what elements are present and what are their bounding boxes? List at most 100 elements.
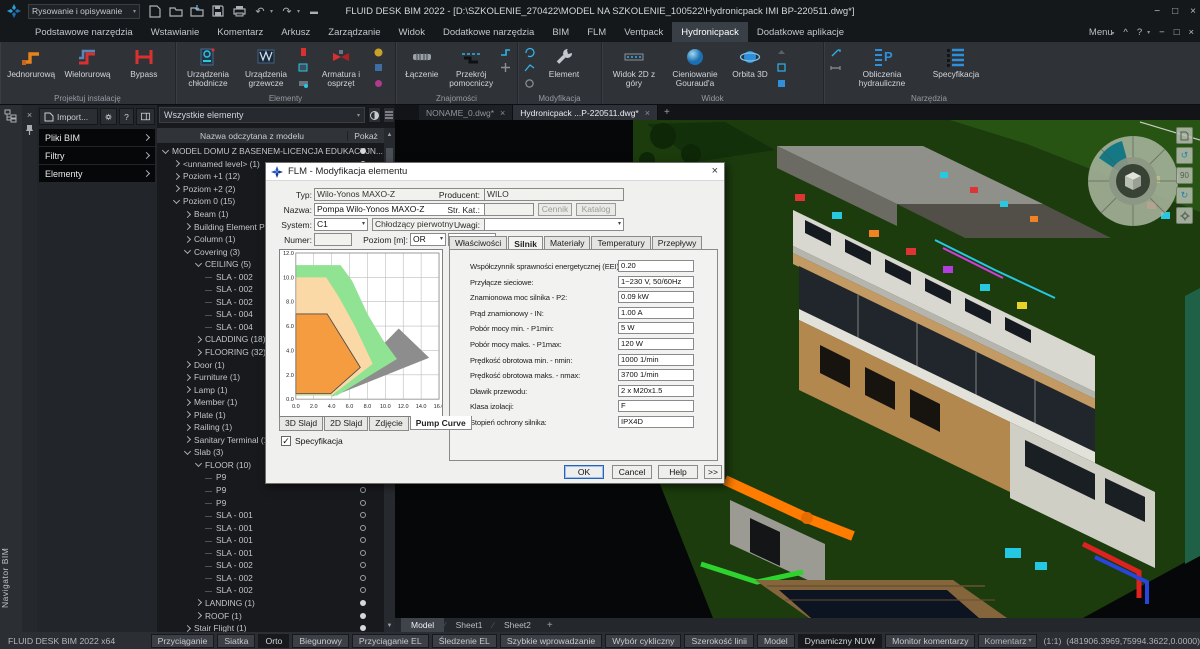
drawing-tab-noname-0-dwg[interactable]: NONAME_0.dwg*× bbox=[419, 105, 513, 120]
new-sheet-button[interactable]: + bbox=[541, 618, 559, 632]
save-icon[interactable] bbox=[211, 4, 225, 18]
visibility-dot[interactable] bbox=[360, 487, 366, 493]
ribbon-tab-komentarz[interactable]: Komentarz bbox=[208, 22, 272, 42]
distributor-small-icon[interactable] bbox=[298, 78, 309, 89]
status-toggle-monitor-komentarzy[interactable]: Monitor komentarzy bbox=[885, 634, 975, 648]
status-toggle-orto[interactable]: Orto bbox=[258, 634, 289, 648]
nav-section-elementy[interactable]: Elementy bbox=[39, 165, 155, 182]
chevron-right-icon[interactable] bbox=[172, 172, 181, 181]
status-toggle-przyci-ganie[interactable]: Przyciąganie bbox=[151, 634, 215, 648]
tree-row[interactable]: SLA - 002 bbox=[157, 584, 384, 597]
visibility-dot[interactable] bbox=[360, 625, 366, 631]
chevron-right-icon[interactable] bbox=[183, 398, 192, 407]
scroll-up-icon[interactable]: ▲ bbox=[384, 132, 395, 138]
rotate-ccw-button[interactable]: ↺ bbox=[1176, 147, 1193, 164]
panel-pin-icon[interactable] bbox=[25, 124, 34, 136]
tree-row[interactable]: P9 bbox=[157, 484, 384, 497]
rotate-cw-button[interactable]: ↻ bbox=[1176, 187, 1193, 204]
settings-button[interactable] bbox=[100, 108, 117, 125]
property-value-field[interactable]: 1~230 V, 50/60Hz bbox=[618, 276, 694, 288]
exchanger-small-icon[interactable] bbox=[298, 62, 309, 73]
import-button[interactable]: Import... bbox=[39, 108, 98, 125]
ribbon-tab-dodatkowe-narz-dzia[interactable]: Dodatkowe narzędzia bbox=[434, 22, 543, 42]
menu-button[interactable]: Menu ▾ bbox=[1089, 27, 1114, 38]
panel-close-icon[interactable]: × bbox=[22, 110, 37, 120]
preview-tab-2d-slajd[interactable]: 2D Slajd bbox=[324, 417, 368, 431]
orbita-3d-button[interactable]: Orbita 3D bbox=[728, 45, 772, 93]
open-drawing-icon[interactable] bbox=[169, 4, 183, 18]
laczenie-button[interactable]: Łączenie bbox=[400, 45, 444, 93]
property-value-field[interactable]: 1.00 A bbox=[618, 307, 694, 319]
visibility-dot[interactable] bbox=[360, 562, 366, 568]
connector-small-icon[interactable] bbox=[500, 47, 511, 58]
chevron-right-icon[interactable] bbox=[183, 235, 192, 244]
chevron-down-icon[interactable] bbox=[183, 247, 192, 256]
property-value-field[interactable]: 3700 1/min bbox=[618, 369, 694, 381]
tree-row[interactable]: LANDING (1) bbox=[157, 597, 384, 610]
visibility-dot[interactable] bbox=[360, 587, 366, 593]
home-view-button[interactable] bbox=[1176, 127, 1193, 144]
ribbon-tab-widok[interactable]: Widok bbox=[390, 22, 434, 42]
visibility-dot[interactable] bbox=[360, 600, 366, 606]
new-drawing-tab-button[interactable]: + bbox=[658, 105, 676, 120]
import-model-icon[interactable] bbox=[190, 4, 204, 18]
visibility-dot[interactable] bbox=[360, 512, 366, 518]
list-view-button[interactable] bbox=[383, 107, 395, 123]
chevron-right-icon[interactable] bbox=[194, 598, 203, 607]
chevron-right-icon[interactable] bbox=[183, 222, 192, 231]
ribbon-tab-arkusz[interactable]: Arkusz bbox=[272, 22, 319, 42]
column-name[interactable]: Nazwa odczytana z modelu bbox=[157, 131, 347, 141]
help-caret-icon[interactable]: ▾ bbox=[1147, 29, 1150, 36]
ribbon-tab-ventpack[interactable]: Ventpack bbox=[615, 22, 672, 42]
plot-icon[interactable] bbox=[232, 4, 246, 18]
jednorurowa-button[interactable]: Jednorurową bbox=[4, 45, 58, 93]
dialog-tab-temperatury[interactable]: Temperatury bbox=[591, 236, 650, 249]
navigation-wheel[interactable] bbox=[1086, 134, 1180, 228]
workspace-dropdown[interactable]: Rysowanie i opisywanie▾ bbox=[28, 4, 140, 19]
column-show[interactable]: Pokaż bbox=[347, 131, 384, 141]
urzadzenia-chlodnicze-button[interactable]: Urządzenia chłodnicze bbox=[180, 45, 236, 93]
preview-tab-pump-curve[interactable]: Pump Curve bbox=[410, 416, 472, 430]
tree-row[interactable]: SLA - 001 bbox=[157, 509, 384, 522]
view-preset-icon[interactable] bbox=[776, 47, 787, 58]
status-toggle-model[interactable]: Model bbox=[757, 634, 795, 648]
system-dropdown[interactable]: C1▾ bbox=[314, 218, 368, 231]
chevron-down-icon[interactable] bbox=[172, 197, 181, 206]
tree-row[interactable]: SLA - 001 bbox=[157, 521, 384, 534]
property-value-field[interactable]: 120 W bbox=[618, 338, 694, 350]
ok-button[interactable]: OK bbox=[564, 465, 604, 479]
chevron-right-icon[interactable] bbox=[194, 335, 203, 344]
wielorurowa-button[interactable]: Wielorurową bbox=[60, 45, 114, 93]
rotate-small-icon[interactable] bbox=[524, 47, 535, 58]
chevron-down-icon[interactable] bbox=[183, 448, 192, 457]
new-drawing-icon[interactable] bbox=[148, 4, 162, 18]
help-icon[interactable]: ? bbox=[1137, 27, 1142, 38]
status-toggle-szybkie-wprowadzanie[interactable]: Szybkie wprowadzanie bbox=[500, 634, 602, 648]
visibility-dot[interactable] bbox=[360, 525, 366, 531]
sheet-tab-model[interactable]: Model bbox=[401, 618, 444, 632]
status-toggle-siatka[interactable]: Siatka bbox=[217, 634, 255, 648]
chevron-down-icon[interactable] bbox=[161, 147, 170, 156]
redo-icon[interactable]: ↷ bbox=[280, 4, 294, 18]
panel-layout-button[interactable] bbox=[136, 108, 155, 125]
visibility-dot[interactable] bbox=[360, 575, 366, 581]
tree-row[interactable]: Stair Flight (1) bbox=[157, 622, 384, 632]
uwagi-dropdown[interactable]: ▾ bbox=[484, 218, 624, 231]
chevron-right-icon[interactable] bbox=[183, 410, 192, 419]
checkbox-icon[interactable]: ✓ bbox=[281, 436, 291, 446]
poziom-mode-dropdown[interactable]: OR▾ bbox=[410, 233, 446, 246]
tree-row[interactable]: MODEL DOMU Z BASENEM-LICENCJA EDUKACYJN.… bbox=[157, 145, 384, 158]
preview-tab-3d-slajd[interactable]: 3D Slajd bbox=[279, 417, 323, 431]
property-value-field[interactable]: IPX4D bbox=[618, 416, 694, 428]
nav-section-filtry[interactable]: Filtry bbox=[39, 147, 155, 164]
ribbon-tab-bim[interactable]: BIM bbox=[543, 22, 578, 42]
ribbon-collapse-icon[interactable]: ^ bbox=[1123, 27, 1127, 38]
ribbon-tab-flm[interactable]: FLM bbox=[578, 22, 615, 42]
specyfikacja-button[interactable]: Specyfikacja bbox=[921, 45, 991, 93]
tab-close-icon[interactable]: × bbox=[645, 108, 650, 118]
restore-button[interactable]: □ bbox=[1172, 6, 1178, 17]
chevron-right-icon[interactable] bbox=[172, 184, 181, 193]
preview-tab-zdj-cie[interactable]: Zdjęcie bbox=[369, 417, 408, 431]
cennik-button[interactable]: Cennik bbox=[538, 203, 572, 216]
cube-wire-icon[interactable] bbox=[776, 62, 787, 73]
